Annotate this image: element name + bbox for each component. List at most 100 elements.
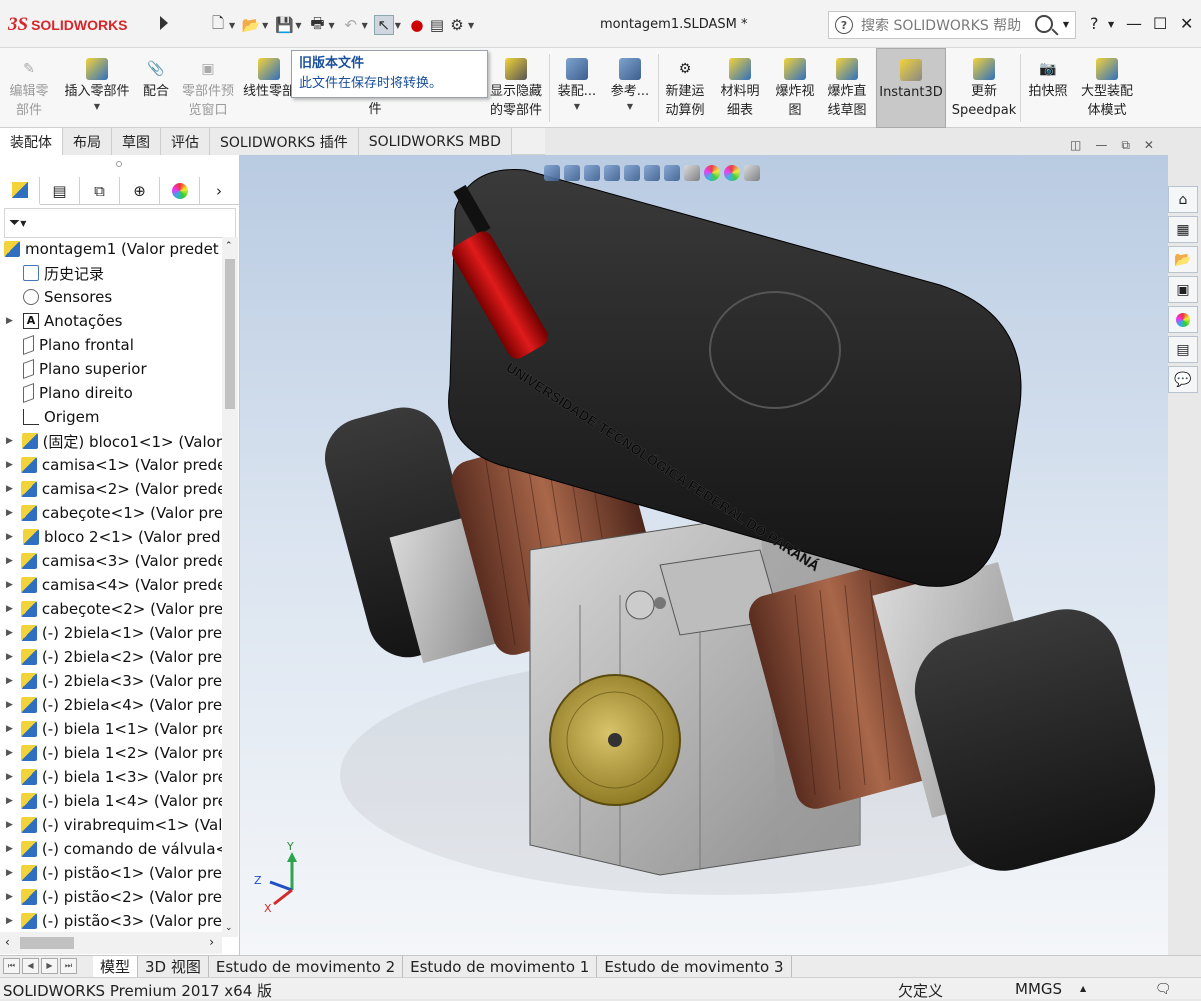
tree-item[interactable]: ▶ (固定) bloco1<1> (Valor xyxy=(0,429,222,453)
new-motion-study-button[interactable]: ⚙ 新建运 动算例 xyxy=(660,48,710,128)
tree-item[interactable]: ▶ camisa<2> (Valor prede xyxy=(0,477,222,501)
tab-evaluate[interactable]: 评估 xyxy=(161,128,210,155)
tab-motion-study-1[interactable]: Estudo de movimento 1 xyxy=(403,955,598,978)
tree-item[interactable]: ▶ camisa<3> (Valor prede xyxy=(0,549,222,573)
chevron-down-icon[interactable]: ▼ xyxy=(20,219,26,228)
graphics-area[interactable]: UNIVERSIDADE TECNOLÓGICA FEDERAL DO PARA… xyxy=(240,155,1168,955)
status-chat-icon[interactable]: 🗨 xyxy=(1155,982,1172,997)
zoom-to-area-icon[interactable] xyxy=(564,165,580,181)
tree-item[interactable]: ▶ camisa<4> (Valor prede xyxy=(0,573,222,597)
search-icon[interactable] xyxy=(1035,15,1053,33)
chevron-down-icon[interactable]: ▼ xyxy=(1063,20,1069,29)
component-preview-button[interactable]: ▣ 零部件预 览窗口 xyxy=(176,48,240,128)
large-assembly-mode-button[interactable]: 大型装配 体模式 xyxy=(1074,48,1140,128)
exploded-view-button[interactable]: 爆炸视 图 xyxy=(770,48,820,128)
tab-assembly[interactable]: 装配体 xyxy=(0,128,63,155)
first-tab-icon[interactable]: ⏮ xyxy=(3,957,20,974)
tree-item[interactable]: ▶ (-) biela 1<2> (Valor pre xyxy=(0,741,222,765)
minimize-button[interactable]: — xyxy=(1126,14,1142,33)
configuration-manager-tab-icon[interactable]: ⧉ xyxy=(80,177,120,205)
tree-item[interactable]: ▶ (-) 2biela<2> (Valor pre xyxy=(0,645,222,669)
tab-mbd[interactable]: SOLIDWORKS MBD xyxy=(358,128,512,155)
menu-expand-arrow-icon[interactable] xyxy=(160,16,168,30)
expand-arrow-icon[interactable]: ▶ xyxy=(6,844,13,854)
dimxpert-tab-icon[interactable]: ⊕ xyxy=(120,177,160,205)
tree-vertical-scrollbar[interactable]: ⌃ ⌄ xyxy=(222,237,238,937)
dynamic-annotation-icon[interactable] xyxy=(624,165,640,181)
instant3d-button[interactable]: Instant3D xyxy=(876,48,946,128)
tree-item[interactable]: ▶ cabeçote<2> (Valor pre xyxy=(0,597,222,621)
chevron-down-icon[interactable]: ▼ xyxy=(262,21,268,30)
display-manager-tab-icon[interactable] xyxy=(160,177,200,205)
linear-pattern-button[interactable]: 线性零部 xyxy=(243,48,295,128)
tree-item[interactable]: ▶ A Anotações xyxy=(0,309,222,333)
solidworks-forum-icon[interactable]: 💬 xyxy=(1168,366,1198,393)
tree-root-assembly[interactable]: montagem1 (Valor predet xyxy=(0,237,222,261)
assembly-features-button[interactable]: 装配... ▼ xyxy=(554,48,600,128)
expand-arrow-icon[interactable]: ▶ xyxy=(6,508,13,518)
expand-arrow-icon[interactable]: ▶ xyxy=(6,796,13,806)
apply-scene-icon[interactable] xyxy=(724,165,740,181)
expand-arrow-icon[interactable]: ▶ xyxy=(6,868,13,878)
design-library-icon[interactable]: ▦ xyxy=(1168,216,1198,243)
tree-horizontal-scrollbar[interactable]: ‹ › xyxy=(0,932,222,954)
solidworks-resources-home-icon[interactable]: ⌂ xyxy=(1168,186,1198,213)
expand-arrow-icon[interactable]: ▶ xyxy=(6,820,13,830)
undo-icon[interactable]: ↶ xyxy=(341,15,361,35)
show-hidden-components-button[interactable]: 显示隐藏 的零部件 xyxy=(486,48,546,128)
hide-show-items-icon[interactable] xyxy=(684,165,700,181)
more-tabs-chevron-icon[interactable]: › xyxy=(200,177,238,205)
custom-properties-icon[interactable]: ▤ xyxy=(1168,336,1198,363)
panel-grip-icon[interactable] xyxy=(116,161,122,167)
property-manager-tab-icon[interactable]: ▤ xyxy=(40,177,80,205)
expand-arrow-icon[interactable]: ▶ xyxy=(6,724,13,734)
tree-item[interactable]: ▶ (-) biela 1<3> (Valor pre xyxy=(0,765,222,789)
file-explorer-icon[interactable]: 📂 xyxy=(1168,246,1198,273)
expand-arrow-icon[interactable]: ▶ xyxy=(6,772,13,782)
expand-arrow-icon[interactable]: ▶ xyxy=(6,316,15,326)
tree-item[interactable]: ▶ bloco 2<1> (Valor pred xyxy=(0,525,222,549)
edit-component-button[interactable]: ✎ 编辑零 部件 xyxy=(5,48,53,128)
engine-assembly-model[interactable]: UNIVERSIDADE TECNOLÓGICA FEDERAL DO PARA… xyxy=(240,155,1168,955)
expand-arrow-icon[interactable]: ▶ xyxy=(6,556,13,566)
tab-model[interactable]: 模型 xyxy=(93,955,139,978)
tab-motion-study-3[interactable]: Estudo de movimento 3 xyxy=(597,955,792,978)
tree-item[interactable]: Plano frontal xyxy=(0,333,222,357)
maximize-button[interactable]: ☐ xyxy=(1153,14,1167,33)
previous-tab-icon[interactable]: ◀ xyxy=(22,957,39,974)
chevron-down-icon[interactable]: ▼ xyxy=(229,21,235,30)
tab-addins[interactable]: SOLIDWORKS 插件 xyxy=(210,128,359,155)
expand-arrow-icon[interactable]: ▶ xyxy=(6,604,13,614)
last-tab-icon[interactable]: ⏭ xyxy=(60,957,77,974)
zoom-to-fit-icon[interactable] xyxy=(544,165,560,181)
print-icon[interactable]: 🖶 xyxy=(307,14,327,35)
scroll-up-icon[interactable]: ⌃ xyxy=(225,241,233,251)
help-search-field[interactable]: ? 搜索 SOLIDWORKS 帮助 ▼ xyxy=(828,11,1076,39)
scroll-left-icon[interactable]: ‹ xyxy=(5,935,10,949)
options-gear-icon[interactable]: ⚙ xyxy=(447,15,467,35)
update-speedpak-button[interactable]: 更新 Speedpak xyxy=(952,48,1016,128)
chevron-down-icon[interactable]: ▼ xyxy=(574,101,580,113)
reference-geometry-button[interactable]: 参考... ▼ xyxy=(606,48,654,128)
new-file-icon[interactable]: 🗋 xyxy=(208,14,228,35)
solidworks-logo[interactable]: 3S SOLIDWORKS xyxy=(8,12,156,38)
expand-arrow-icon[interactable]: ▶ xyxy=(6,436,14,446)
expand-arrow-icon[interactable]: ▶ xyxy=(6,916,13,926)
tab-sketch[interactable]: 草图 xyxy=(112,128,161,155)
rebuild-traffic-light-icon[interactable]: ● xyxy=(407,15,427,35)
tree-item[interactable]: ▶ (-) 2biela<1> (Valor pre xyxy=(0,621,222,645)
help-dropdown-icon[interactable]: ▼ xyxy=(1108,20,1114,29)
filter-funnel-icon[interactable]: ⏷ xyxy=(9,215,20,231)
tree-item[interactable]: Origem xyxy=(0,405,222,429)
tree-item[interactable]: ▶ (-) biela 1<1> (Valor pre xyxy=(0,717,222,741)
tree-item[interactable]: ▶ (-) biela 1<4> (Valor pre xyxy=(0,789,222,813)
chevron-down-icon[interactable]: ▼ xyxy=(362,21,368,30)
display-style-icon[interactable] xyxy=(664,165,680,181)
feature-manager-tab-icon[interactable] xyxy=(0,177,40,205)
select-pointer-icon[interactable]: ↖ xyxy=(373,15,394,35)
file-properties-icon[interactable]: ▤ xyxy=(427,15,447,35)
tree-item[interactable]: ▶ (-) comando de válvula< xyxy=(0,837,222,861)
tree-item[interactable]: ▶ (-) 2biela<3> (Valor pre xyxy=(0,669,222,693)
tree-item[interactable]: Plano superior xyxy=(0,357,222,381)
appearances-scenes-icon[interactable] xyxy=(1168,306,1198,333)
